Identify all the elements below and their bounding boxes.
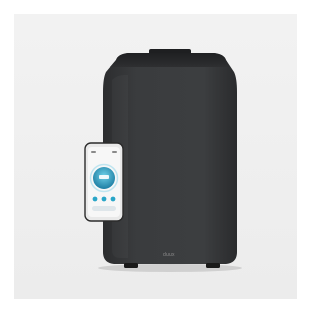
brand-logo: duux: [163, 252, 175, 258]
top-panel: [110, 53, 230, 67]
foot-right: [206, 263, 220, 268]
smartphone: [84, 142, 124, 222]
floor-shadow: [98, 264, 242, 272]
foot-left: [124, 263, 138, 268]
product-illustration: [84, 49, 242, 272]
